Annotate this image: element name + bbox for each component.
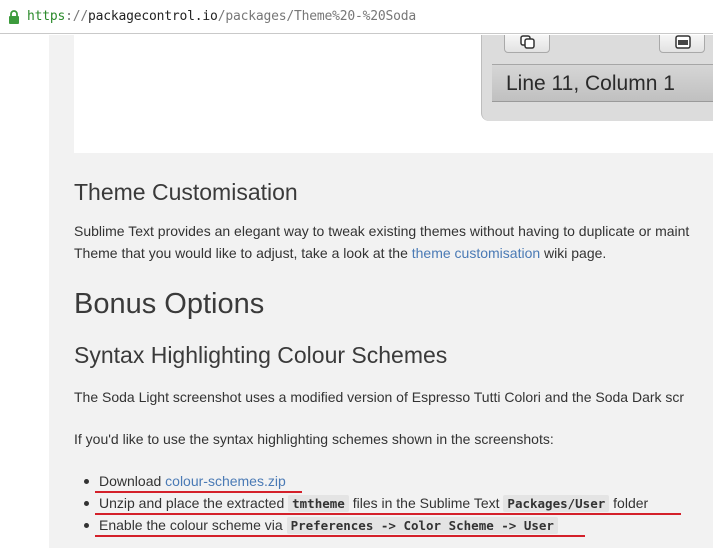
heading-syntax-highlighting: Syntax Highlighting Colour Schemes: [74, 342, 448, 368]
annotation-underline: [95, 535, 585, 537]
annotation-underline: [95, 513, 681, 515]
list-item-text: Enable the colour scheme via: [99, 517, 287, 533]
list-item-enable: Enable the colour scheme via Preferences…: [81, 514, 648, 536]
theme-customisation-paragraph: Sublime Text provides an elegant way to …: [74, 220, 689, 264]
page-viewport[interactable]: Line 11, Column 1 Theme Customisation Su…: [0, 35, 713, 548]
annotation-underline: [95, 491, 302, 493]
list-item-text: files in the Sublime Text: [348, 495, 504, 511]
list-item-unzip: Unzip and place the extracted tmtheme fi…: [81, 492, 648, 514]
code-packages-user: Packages/User: [503, 495, 610, 512]
bullet: [84, 479, 89, 484]
theme-customisation-link[interactable]: theme customisation: [412, 245, 540, 261]
code-tmtheme: tmtheme: [288, 495, 349, 512]
screenshot-window: Line 11, Column 1: [481, 35, 713, 121]
soda-screenshot-paragraph: The Soda Light screenshot uses a modifie…: [74, 389, 685, 405]
main-content: Line 11, Column 1 Theme Customisation Su…: [49, 35, 713, 548]
url-scheme: https: [27, 9, 66, 24]
screenshot-button-copy: [504, 35, 550, 53]
list-item-text: Download: [99, 473, 166, 489]
code-preferences-path: Preferences -> Color Scheme -> User: [286, 517, 558, 534]
paragraph-line-2-start: Theme that you would like to adjust, tak…: [74, 245, 412, 261]
status-bar-text: Line 11, Column 1: [506, 72, 675, 95]
list-item-text: Unzip and place the extracted: [99, 495, 289, 511]
instructions-intro-paragraph: If you'd like to use the syntax highligh…: [74, 431, 554, 447]
heading-bonus-options: Bonus Options: [74, 288, 265, 320]
url-path: /packages/Theme%20-%20Soda: [217, 9, 416, 24]
theme-screenshot: Line 11, Column 1: [74, 35, 713, 153]
paragraph-line-1: Sublime Text provides an elegant way to …: [74, 223, 690, 239]
copy-icon: [520, 35, 536, 49]
list-item-download: Download colour-schemes.zip: [81, 470, 648, 492]
bullet: [84, 501, 89, 506]
url-text[interactable]: https://packagecontrol.io/packages/Theme…: [27, 9, 416, 24]
instructions-list: Download colour-schemes.zip Unzip and pl…: [81, 470, 648, 536]
panel-icon: [675, 35, 691, 49]
screenshot-button-panel: [659, 35, 705, 53]
colour-schemes-zip-link[interactable]: colour-schemes.zip: [165, 473, 286, 489]
address-bar[interactable]: https://packagecontrol.io/packages/Theme…: [0, 0, 713, 34]
heading-theme-customisation: Theme Customisation: [74, 179, 298, 205]
lock-icon: [8, 10, 20, 24]
paragraph-line-2-end: wiki page.: [540, 245, 607, 261]
url-separator: ://: [65, 9, 89, 24]
list-item-text: folder: [609, 495, 649, 511]
bullet: [84, 523, 89, 528]
url-host: packagecontrol.io: [88, 9, 218, 24]
screenshot-status-bar: Line 11, Column 1: [492, 64, 713, 102]
